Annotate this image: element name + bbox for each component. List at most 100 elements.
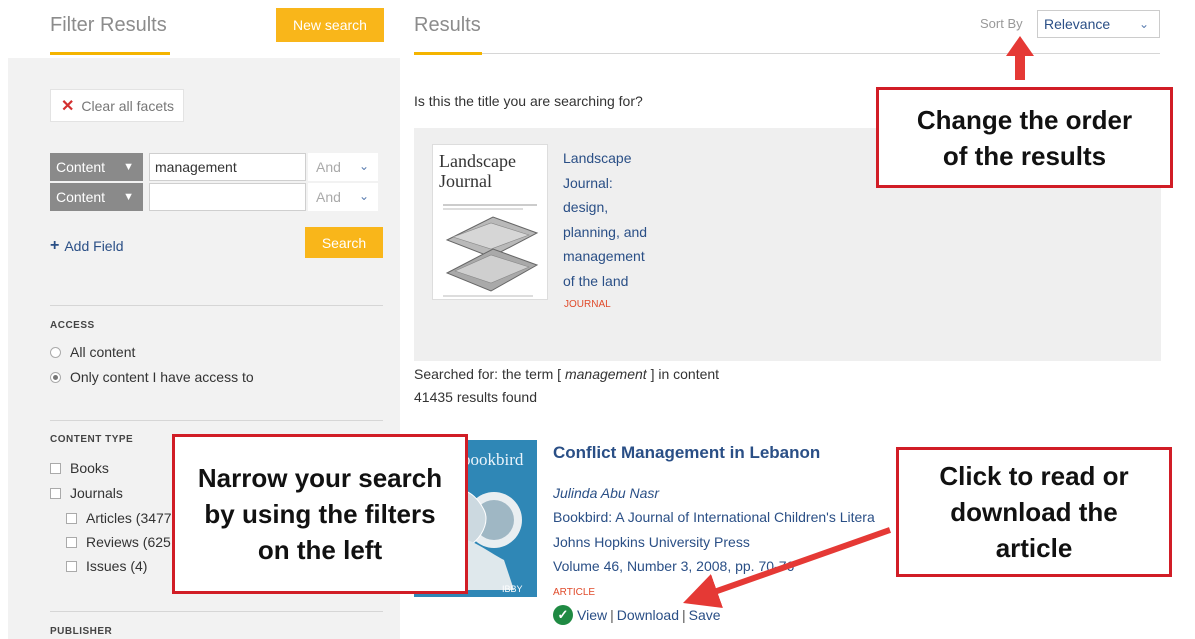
- search-field-row: Content ▼ And ⌄: [50, 153, 378, 181]
- journal-cover-illustration: [443, 204, 539, 297]
- results-title-underline: [414, 52, 482, 55]
- radio-button[interactable]: [50, 346, 61, 358]
- publisher-heading: PUBLISHER: [50, 626, 113, 637]
- callout-line: Narrow your search: [197, 463, 443, 493]
- content-type-label: Journals: [70, 485, 123, 501]
- svg-text:IBBY: IBBY: [502, 584, 523, 594]
- content-type-heading: CONTENT TYPE: [50, 434, 134, 445]
- callout-line: on the left: [257, 535, 383, 565]
- journal-title-line: Journal:: [563, 174, 613, 191]
- add-field-link[interactable]: + Add Field: [50, 237, 124, 255]
- field-type-label: Content: [56, 159, 106, 175]
- search-field-row: Content ▼ And ⌄: [50, 183, 378, 211]
- search-summary: Searched for: the term [ management ] in…: [414, 366, 719, 382]
- results-divider: [482, 53, 1160, 54]
- article-journal-link[interactable]: Bookbird: A Journal of International Chi…: [553, 509, 875, 525]
- callout-line: of the results: [942, 140, 1107, 171]
- checkbox[interactable]: [66, 560, 77, 572]
- add-field-label: Add Field: [64, 238, 124, 254]
- content-type-option-books[interactable]: Books: [50, 460, 109, 476]
- view-link[interactable]: View: [577, 607, 607, 623]
- journal-title-line: Landscape: [563, 150, 632, 166]
- sort-value: Relevance: [1044, 16, 1111, 32]
- search-input[interactable]: [149, 153, 306, 181]
- article-author-link[interactable]: Julinda Abu Nasr: [553, 485, 659, 501]
- field-type-select[interactable]: Content ▼: [50, 153, 143, 181]
- operator-label: And: [316, 189, 341, 205]
- checkbox[interactable]: [66, 512, 77, 524]
- callout-line: Click to read or: [939, 461, 1129, 491]
- article-publisher-link[interactable]: Johns Hopkins University Press: [553, 534, 750, 550]
- content-type-option-articles[interactable]: Articles (3477: [66, 510, 172, 526]
- separator: |: [610, 607, 614, 623]
- callout-line: by using the filters: [204, 499, 436, 529]
- callout-change-order: Change the order of the results: [876, 87, 1173, 188]
- divider: [50, 420, 383, 421]
- chevron-down-icon: ⌄: [1138, 17, 1149, 31]
- search-summary-suffix: ] in content: [650, 366, 720, 382]
- separator: |: [682, 607, 686, 623]
- callout-line: article: [995, 533, 1073, 563]
- arrow-icon: [1006, 36, 1034, 80]
- suggestion-question: Is this the title you are searching for?: [414, 93, 643, 109]
- divider: [50, 611, 383, 612]
- new-search-button[interactable]: New search: [276, 8, 384, 42]
- suggested-journal-link[interactable]: Landscape Journal: design, planning, and…: [563, 146, 647, 294]
- chevron-down-icon: ⌄: [358, 189, 369, 203]
- sort-select[interactable]: Relevance ⌄: [1037, 10, 1160, 38]
- operator-select[interactable]: And ⌄: [308, 183, 378, 211]
- callout-read-download: Click to read or download the article: [896, 447, 1172, 577]
- clear-facets-label: Clear all facets: [81, 97, 174, 114]
- save-link[interactable]: Save: [689, 607, 721, 623]
- caret-down-icon: ▼: [123, 161, 134, 173]
- download-link[interactable]: Download: [617, 607, 679, 623]
- access-heading: ACCESS: [50, 320, 95, 331]
- chevron-down-icon: ⌄: [358, 159, 369, 173]
- access-option-label: Only content I have access to: [70, 369, 254, 385]
- callout-narrow-search: Narrow your search by using the filters …: [172, 434, 468, 594]
- article-actions: ✓ View | Download | Save: [553, 605, 721, 625]
- content-type-label: Reviews (625: [86, 534, 171, 550]
- callout-line: download the: [950, 497, 1118, 527]
- cover-brand-text: bookbird: [462, 450, 524, 469]
- sort-label: Sort By: [980, 16, 1023, 31]
- checkbox[interactable]: [50, 462, 61, 474]
- search-input[interactable]: [149, 183, 306, 211]
- checkbox[interactable]: [50, 487, 61, 499]
- operator-select[interactable]: And ⌄: [308, 153, 378, 181]
- article-title-link[interactable]: Conflict Management in Lebanon: [553, 443, 820, 463]
- caret-down-icon: ▼: [123, 191, 134, 203]
- search-summary-term: management: [564, 366, 647, 382]
- field-type-select[interactable]: Content ▼: [50, 183, 143, 211]
- close-icon: ✕: [61, 97, 75, 115]
- content-type-option-issues[interactable]: Issues (4): [66, 558, 147, 574]
- article-type-label: ARTICLE: [553, 587, 596, 598]
- journal-title-line: of the land: [563, 272, 629, 289]
- checkbox[interactable]: [66, 536, 77, 548]
- results-title: Results: [414, 14, 481, 36]
- callout-line: Change the order: [916, 104, 1133, 135]
- search-button[interactable]: Search: [305, 227, 383, 258]
- journal-type-label: JOURNAL: [564, 299, 611, 310]
- content-type-option-reviews[interactable]: Reviews (625: [66, 534, 171, 550]
- operator-label: And: [316, 159, 341, 175]
- content-type-option-journals[interactable]: Journals: [50, 485, 123, 501]
- journal-title-line: management: [563, 248, 645, 265]
- search-summary-prefix: Searched for: the term [: [414, 366, 562, 382]
- filter-title-underline: [50, 52, 170, 55]
- field-type-label: Content: [56, 189, 106, 205]
- divider: [50, 305, 383, 306]
- journal-cover-image[interactable]: Landscape Journal: [432, 144, 548, 300]
- check-circle-icon: ✓: [553, 605, 573, 625]
- content-type-label: Issues (4): [86, 558, 148, 574]
- filter-title: Filter Results: [50, 14, 167, 36]
- journal-title-line: planning, and: [563, 223, 648, 240]
- access-option-label: All content: [70, 344, 136, 360]
- radio-button-selected[interactable]: [50, 371, 61, 383]
- access-option-all[interactable]: All content: [50, 344, 135, 360]
- access-option-mine[interactable]: Only content I have access to: [50, 369, 254, 385]
- article-volume-link[interactable]: Volume 46, Number 3, 2008, pp. 70-76: [553, 558, 794, 574]
- clear-facets-button[interactable]: ✕ Clear all facets: [50, 89, 184, 122]
- journal-title-line: design,: [563, 199, 609, 216]
- content-type-label: Books: [70, 460, 109, 476]
